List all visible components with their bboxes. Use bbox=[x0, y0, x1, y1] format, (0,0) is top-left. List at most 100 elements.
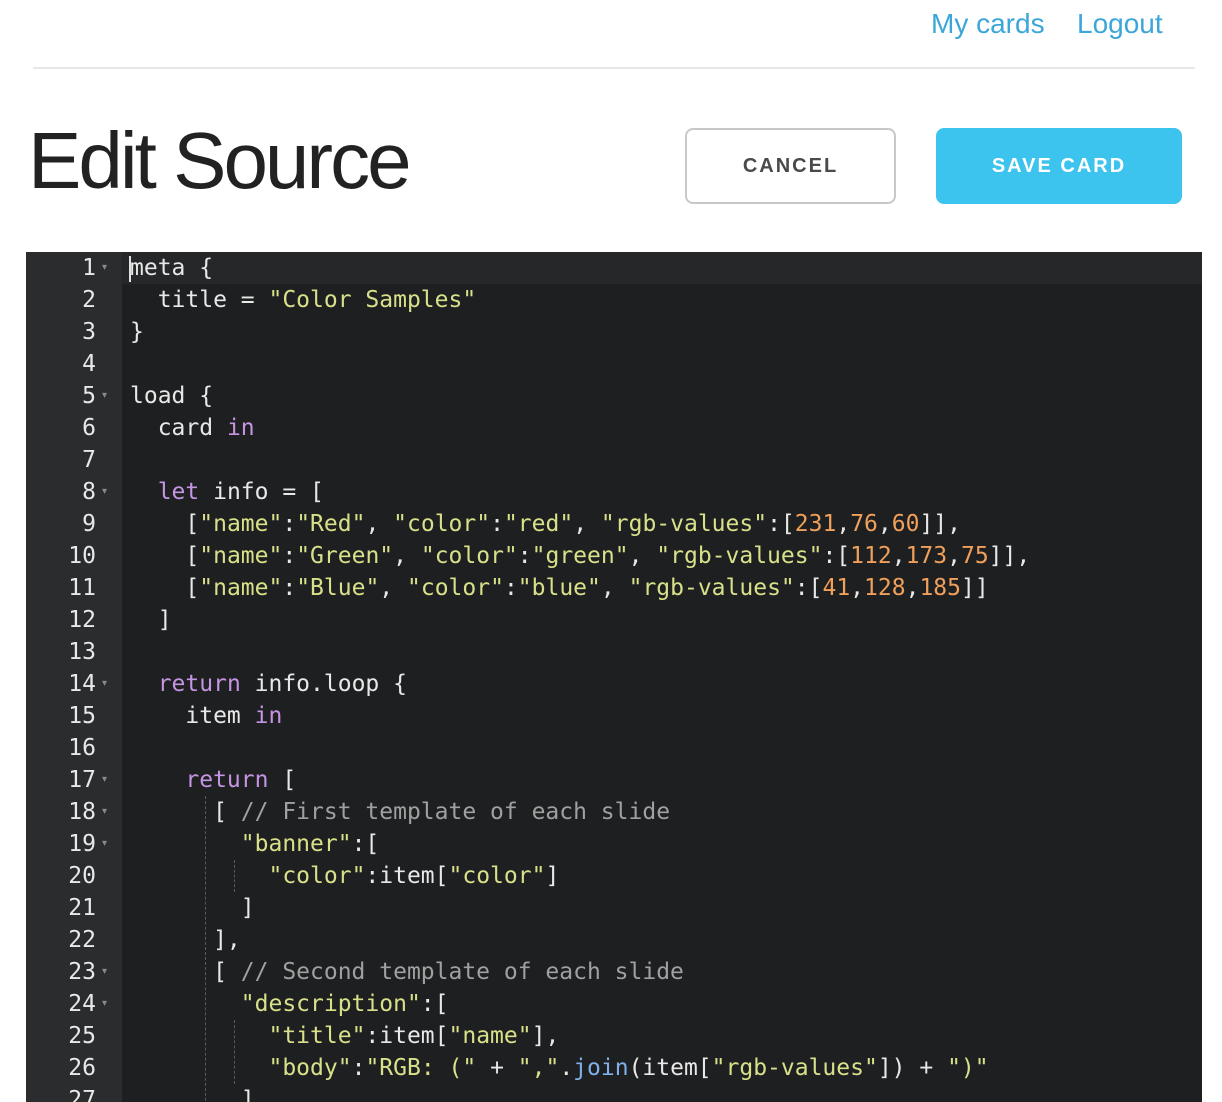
code-token: :item[ bbox=[365, 1023, 449, 1049]
line-number: 19 bbox=[68, 831, 96, 857]
code-token: 76 bbox=[850, 511, 878, 537]
code-token: "rgb-values" bbox=[711, 1055, 878, 1081]
fold-arrow-icon[interactable]: ▾ bbox=[102, 796, 114, 828]
code-token: ]], bbox=[919, 511, 961, 537]
fold-arrow-icon[interactable]: ▾ bbox=[102, 252, 114, 284]
code-token: ], bbox=[130, 927, 241, 953]
fold-arrow-icon[interactable]: ▾ bbox=[102, 380, 114, 412]
code-token: "," bbox=[517, 1055, 560, 1081]
code-token: ] bbox=[130, 1087, 255, 1102]
code-token: "body" bbox=[268, 1055, 352, 1081]
line-number: 8 bbox=[82, 479, 96, 505]
logout-link[interactable]: Logout bbox=[1077, 8, 1163, 40]
my-cards-link[interactable]: My cards bbox=[931, 8, 1045, 40]
code-token: "title" bbox=[268, 1023, 366, 1049]
code-token: "RGB: (" bbox=[365, 1055, 477, 1081]
code-token: ")" bbox=[947, 1055, 989, 1081]
line-number: 17 bbox=[68, 767, 96, 793]
code-token: : bbox=[282, 543, 297, 569]
code-token: meta { bbox=[130, 255, 214, 281]
code-token: "color" bbox=[448, 863, 546, 889]
code-token: "name" bbox=[199, 575, 283, 601]
code-token: "Green" bbox=[296, 543, 394, 569]
fold-arrow-icon[interactable]: ▾ bbox=[102, 956, 114, 988]
cancel-button[interactable]: CANCEL bbox=[685, 128, 896, 204]
code-token: "green" bbox=[531, 543, 629, 569]
line-number: 4 bbox=[82, 351, 96, 377]
code-token: "rgb-values" bbox=[600, 511, 768, 537]
fold-arrow-icon[interactable]: ▾ bbox=[102, 668, 114, 700]
code-token: let bbox=[157, 479, 200, 505]
code-line: [ // Second template of each slide bbox=[130, 956, 684, 988]
fold-arrow-icon[interactable]: ▾ bbox=[102, 988, 114, 1020]
code-token: , bbox=[573, 511, 601, 537]
fold-arrow-icon[interactable]: ▾ bbox=[102, 476, 114, 508]
code-token: (item[ bbox=[628, 1055, 712, 1081]
code-token: : bbox=[282, 511, 297, 537]
line-number: 1 bbox=[82, 255, 96, 281]
code-token: 41 bbox=[822, 575, 851, 601]
line-number: 6 bbox=[82, 415, 96, 441]
code-token: :[ bbox=[351, 831, 380, 857]
code-token: , bbox=[947, 543, 961, 569]
code-token: [ bbox=[130, 959, 241, 985]
line-number: 14 bbox=[68, 671, 96, 697]
code-editor[interactable]: 1 ▾ 2 3 4 5 ▾ 6 7 8 ▾ 9 10 11 12 13 14 ▾ 15 16 17 ▾ 18 ▾ 19 ▾ 20 21… bbox=[26, 252, 1202, 1102]
code-token: ]], bbox=[988, 543, 1031, 569]
code-token: // Second template of each slide bbox=[240, 959, 684, 985]
code-line: card in bbox=[130, 412, 255, 444]
save-card-button[interactable]: SAVE CARD bbox=[936, 128, 1182, 204]
indent-guide bbox=[205, 796, 206, 1102]
code-token: , bbox=[600, 575, 629, 601]
code-token: "description" bbox=[240, 991, 421, 1017]
code-line: ["name":"Blue", "color":"blue", "rgb-val… bbox=[130, 572, 988, 604]
code-line: item in bbox=[130, 700, 282, 732]
code-token: } bbox=[130, 319, 144, 345]
code-token: "color" bbox=[393, 511, 491, 537]
code-token: ], bbox=[531, 1023, 560, 1049]
code-token: : bbox=[517, 543, 532, 569]
code-token: , bbox=[379, 575, 407, 601]
code-token: 112 bbox=[850, 543, 892, 569]
fold-arrow-icon[interactable]: ▾ bbox=[102, 764, 114, 796]
line-number-gutter: 1 ▾ 2 3 4 5 ▾ 6 7 8 ▾ 9 10 11 12 13 14 ▾ 15 16 17 ▾ 18 ▾ 19 ▾ 20 21… bbox=[26, 252, 122, 1102]
code-line: "body":"RGB: (" + ",".join(item["rgb-val… bbox=[130, 1052, 989, 1084]
code-token: , bbox=[365, 511, 394, 537]
code-line: ] bbox=[130, 892, 255, 924]
code-token: , bbox=[891, 543, 906, 569]
code-token: + bbox=[476, 1055, 518, 1081]
code-token: card bbox=[130, 415, 227, 441]
code-token: 173 bbox=[905, 543, 948, 569]
code-token: : bbox=[351, 1055, 366, 1081]
code-token: "color" bbox=[420, 543, 518, 569]
code-line: ] bbox=[130, 1084, 255, 1102]
fold-arrow-icon[interactable]: ▾ bbox=[102, 828, 114, 860]
active-line-highlight bbox=[122, 252, 1202, 284]
code-token: , bbox=[393, 543, 421, 569]
code-token: "banner" bbox=[240, 831, 352, 857]
code-token: return bbox=[185, 767, 269, 793]
code-token: join bbox=[573, 1055, 629, 1081]
code-token: : bbox=[490, 511, 504, 537]
code-token: [ bbox=[130, 799, 241, 825]
code-token: [ bbox=[130, 543, 200, 569]
code-token: :[ bbox=[822, 543, 851, 569]
line-number: 16 bbox=[68, 735, 96, 761]
indent-guide bbox=[234, 860, 235, 892]
code-token: : bbox=[282, 575, 297, 601]
line-number: 24 bbox=[68, 991, 96, 1017]
line-number: 13 bbox=[68, 639, 96, 665]
line-number: 7 bbox=[82, 447, 96, 473]
code-token: "Red" bbox=[296, 511, 366, 537]
code-line: meta { bbox=[130, 252, 213, 284]
line-number: 2 bbox=[82, 287, 96, 313]
code-line: ], bbox=[130, 924, 241, 956]
code-token: 60 bbox=[891, 511, 920, 537]
code-token: [ bbox=[130, 575, 200, 601]
